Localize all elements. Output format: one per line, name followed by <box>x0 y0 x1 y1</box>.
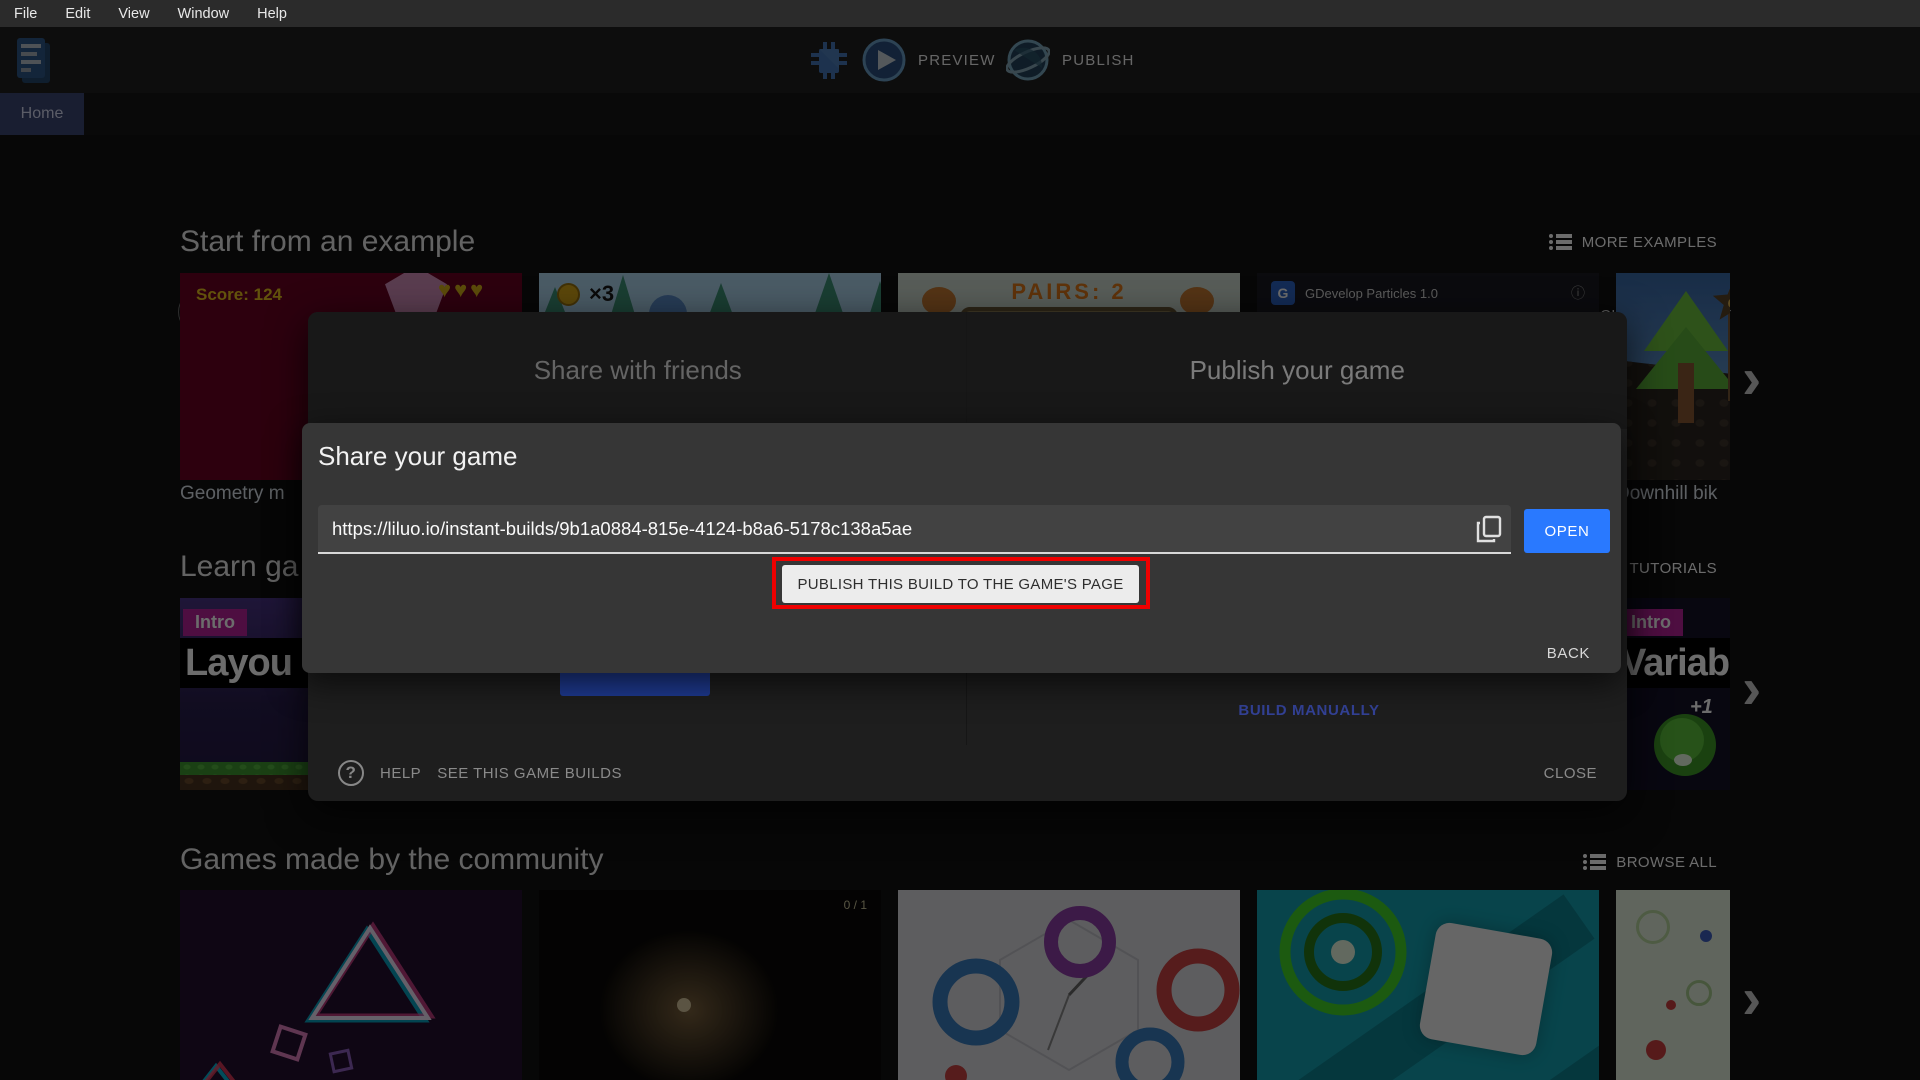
open-build-button[interactable]: OPEN <box>1524 509 1610 553</box>
menu-file[interactable]: File <box>0 6 51 22</box>
copy-icon[interactable] <box>1467 507 1511 551</box>
share-your-game-modal: Share your game https://liluo.io/instant… <box>302 423 1621 673</box>
menu-help[interactable]: Help <box>243 6 301 22</box>
annotation-highlight-box <box>772 557 1150 609</box>
modal-title: Share your game <box>318 441 518 471</box>
back-button[interactable]: BACK <box>1547 645 1590 662</box>
build-url-text[interactable]: https://liluo.io/instant-builds/9b1a0884… <box>318 518 1467 540</box>
gdevelop-window: { "menu_bar": { "items": ["File", "Edit"… <box>0 0 1920 1080</box>
menu-view[interactable]: View <box>104 6 163 22</box>
menu-window[interactable]: Window <box>164 6 244 22</box>
build-url-field[interactable]: https://liluo.io/instant-builds/9b1a0884… <box>318 505 1511 554</box>
menu-bar: File Edit View Window Help <box>0 0 1920 27</box>
menu-edit[interactable]: Edit <box>51 6 104 22</box>
